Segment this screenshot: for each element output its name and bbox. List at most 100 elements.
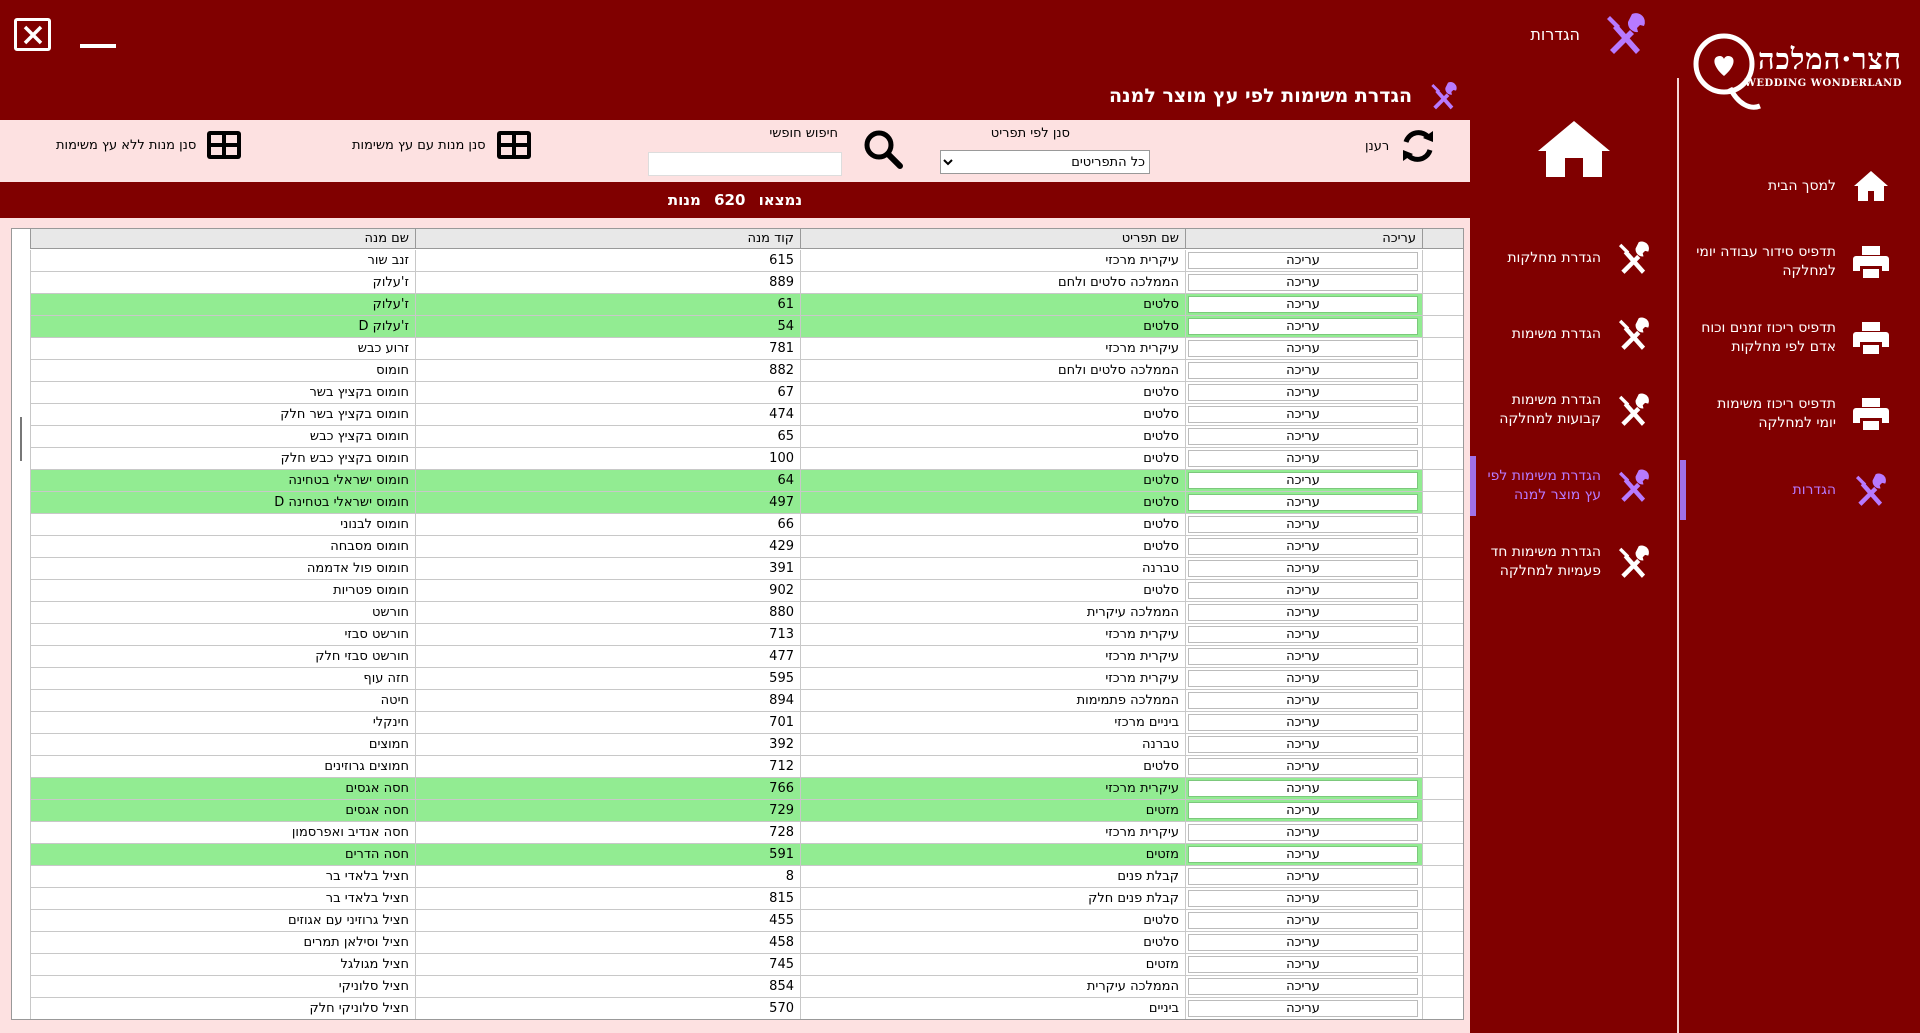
- edit-button[interactable]: עריכה: [1188, 604, 1418, 621]
- table-row[interactable]: עריכה סלטים 67 חומוס בקציץ בשר: [30, 382, 1463, 404]
- column-header-name[interactable]: שם מנה: [30, 229, 415, 249]
- edit-button[interactable]: עריכה: [1188, 1000, 1418, 1017]
- edit-button[interactable]: עריכה: [1188, 802, 1418, 819]
- sidebar-item-home[interactable]: למסך הבית: [1680, 148, 1920, 224]
- search-button[interactable]: [862, 128, 904, 170]
- table-row[interactable]: עריכה עיקרית מרכזי 595 חזה עוף: [30, 668, 1463, 690]
- table-row[interactable]: עריכה מזטים 745 חציל מגולגל: [30, 954, 1463, 976]
- table-row[interactable]: עריכה סלטים 455 חציל גרוזיני עם אגוזים: [30, 910, 1463, 932]
- table-row[interactable]: עריכה עיקרית מרכזי 728 חסה אנדיב ואפרסמון: [30, 822, 1463, 844]
- sidebar-item-task-summary-print[interactable]: תדפיס ריכוז משימות יומי למחלקה: [1680, 376, 1920, 452]
- edit-button[interactable]: עריכה: [1188, 978, 1418, 995]
- edit-button[interactable]: עריכה: [1188, 538, 1418, 555]
- edit-button[interactable]: עריכה: [1188, 648, 1418, 665]
- column-header-edit[interactable]: עריכה: [1185, 229, 1422, 249]
- edit-button[interactable]: עריכה: [1188, 384, 1418, 401]
- edit-button[interactable]: עריכה: [1188, 362, 1418, 379]
- table-row[interactable]: עריכה סלטים 66 חומוס לבנוני: [30, 514, 1463, 536]
- edit-button[interactable]: עריכה: [1188, 912, 1418, 929]
- edit-button[interactable]: עריכה: [1188, 824, 1418, 841]
- table-row[interactable]: עריכה עיקרית מרכזי 766 חסה אגסים: [30, 778, 1463, 800]
- settings-nav-fixed-tasks[interactable]: הגדרת משימות קבועות למחלקה: [1470, 372, 1677, 448]
- filter-with-tree-button[interactable]: סנן מנות עם עץ משימות: [352, 130, 532, 160]
- column-header-menu[interactable]: שם תפריט: [800, 229, 1185, 249]
- edit-button[interactable]: עריכה: [1188, 736, 1418, 753]
- table-row[interactable]: עריכה הממלכה סלטים ולחם 882 חומוס: [30, 360, 1463, 382]
- edit-button[interactable]: עריכה: [1188, 692, 1418, 709]
- edit-button[interactable]: עריכה: [1188, 758, 1418, 775]
- edit-button[interactable]: עריכה: [1188, 670, 1418, 687]
- sidebar-item-daily-work-print[interactable]: תדפיס סידור עבודה יומי למחלקה: [1680, 224, 1920, 300]
- table-row[interactable]: עריכה סלטים 902 חומוס פטריות: [30, 580, 1463, 602]
- menu-name-cell: סלטים: [800, 580, 1185, 601]
- settings-nav-one-time-tasks[interactable]: הגדרת משימות חד פעמיות למחלקה: [1470, 524, 1677, 600]
- sidebar-item-settings[interactable]: הגדרות: [1680, 452, 1920, 528]
- filter-menu-select[interactable]: כל התפריטים: [940, 150, 1150, 174]
- table-row[interactable]: עריכה סלטים 458 חציל וסילאן תמרים: [30, 932, 1463, 954]
- table-row[interactable]: עריכה סלטים 54 ז'עלוק D: [30, 316, 1463, 338]
- table-row[interactable]: עריכה ביניים 570 חציל סלוניקי חלק: [30, 998, 1463, 1019]
- column-header-code[interactable]: קוד מנה: [415, 229, 800, 249]
- table-row[interactable]: עריכה קבלת פנים חלק 815 חציל בלאדי בר: [30, 888, 1463, 910]
- edit-button[interactable]: עריכה: [1188, 890, 1418, 907]
- table-row[interactable]: עריכה סלטים 429 חומוס מסבחה: [30, 536, 1463, 558]
- edit-button[interactable]: עריכה: [1188, 582, 1418, 599]
- dish-code-cell: 729: [415, 800, 800, 821]
- edit-button[interactable]: עריכה: [1188, 626, 1418, 643]
- dishes-grid[interactable]: עריכה שם תפריט קוד מנה שם מנה עריכה עיקרי…: [11, 228, 1464, 1020]
- refresh-button[interactable]: רענן: [1365, 127, 1437, 165]
- edit-button[interactable]: עריכה: [1188, 846, 1418, 863]
- edit-button[interactable]: עריכה: [1188, 274, 1418, 291]
- table-row[interactable]: עריכה סלטים 65 חומוס בקציץ כבש: [30, 426, 1463, 448]
- edit-button[interactable]: עריכה: [1188, 472, 1418, 489]
- edit-button[interactable]: עריכה: [1188, 516, 1418, 533]
- edit-button[interactable]: עריכה: [1188, 714, 1418, 731]
- filter-without-tree-button[interactable]: סנן מנות ללא עץ משימות: [56, 130, 242, 160]
- grid-scrollbar-thumb[interactable]: [20, 417, 22, 461]
- edit-button[interactable]: עריכה: [1188, 252, 1418, 269]
- table-row[interactable]: עריכה סלטים 474 חומוס בקציץ בשר חלק: [30, 404, 1463, 426]
- minimize-window-button[interactable]: [80, 44, 116, 48]
- edit-button[interactable]: עריכה: [1188, 318, 1418, 335]
- table-row[interactable]: עריכה הממלכה עיקרית 854 חציל סלוניקי: [30, 976, 1463, 998]
- edit-button[interactable]: עריכה: [1188, 428, 1418, 445]
- table-row[interactable]: עריכה סלטים 712 חמוצים גרוזינים: [30, 756, 1463, 778]
- edit-button[interactable]: עריכה: [1188, 934, 1418, 951]
- table-row[interactable]: עריכה ביניים מרכזי 701 חינקלי: [30, 712, 1463, 734]
- edit-button[interactable]: עריכה: [1188, 340, 1418, 357]
- table-row[interactable]: עריכה עיקרית מרכזי 781 זרוע כבש: [30, 338, 1463, 360]
- table-row[interactable]: עריכה סלטים 497 חומוס ישראלי בטחינה D: [30, 492, 1463, 514]
- table-row[interactable]: עריכה מזטים 729 חסה אגסים: [30, 800, 1463, 822]
- sidebar-item-time-summary-print[interactable]: תדפיס ריכוז זמנים וכוח אדם לפי מחלקות: [1680, 300, 1920, 376]
- table-row[interactable]: עריכה הממלכה סלטים ולחם 889 ז'עלוק: [30, 272, 1463, 294]
- close-window-button[interactable]: [14, 18, 51, 51]
- header-settings[interactable]: הגדרות: [1530, 10, 1650, 58]
- settings-home-button[interactable]: [1535, 118, 1613, 184]
- edit-button[interactable]: עריכה: [1188, 494, 1418, 511]
- table-row[interactable]: עריכה סלטים 100 חומוס בקציץ כבש חלק: [30, 448, 1463, 470]
- table-row[interactable]: עריכה סלטים 61 ז'עלוק: [30, 294, 1463, 316]
- edit-button[interactable]: עריכה: [1188, 956, 1418, 973]
- table-row[interactable]: עריכה הממלכה פתמימות 894 חיטה: [30, 690, 1463, 712]
- settings-nav-departments[interactable]: הגדרת מחלקות: [1470, 220, 1677, 296]
- edit-button[interactable]: עריכה: [1188, 450, 1418, 467]
- table-row[interactable]: עריכה עיקרית מרכזי 713 חורשט סבזי: [30, 624, 1463, 646]
- table-row[interactable]: עריכה קבלת פנים 8 חציל בלאדי בר: [30, 866, 1463, 888]
- table-row[interactable]: עריכה סלטים 64 חומוס ישראלי בטחינה: [30, 470, 1463, 492]
- free-search-input[interactable]: [648, 152, 842, 176]
- table-row[interactable]: עריכה טברנה 392 חמוצים: [30, 734, 1463, 756]
- filter-without-tree-label: סנן מנות ללא עץ משימות: [56, 137, 197, 153]
- table-row[interactable]: עריכה עיקרית מרכזי 615 זנב שור: [30, 250, 1463, 272]
- edit-button[interactable]: עריכה: [1188, 406, 1418, 423]
- settings-nav-tasks[interactable]: הגדרת משימות: [1470, 296, 1677, 372]
- edit-button[interactable]: עריכה: [1188, 868, 1418, 885]
- table-row[interactable]: עריכה הממלכה עיקרית 880 חורשט: [30, 602, 1463, 624]
- settings-nav-product-tree-tasks[interactable]: הגדרת משימות לפי עץ מוצר למנה: [1470, 448, 1677, 524]
- edit-button[interactable]: עריכה: [1188, 296, 1418, 313]
- table-row[interactable]: עריכה עיקרית מרכזי 477 חורשט סבזי חלק: [30, 646, 1463, 668]
- edit-cell: עריכה: [1185, 382, 1422, 403]
- edit-button[interactable]: עריכה: [1188, 560, 1418, 577]
- table-row[interactable]: עריכה מזטים 591 חסה הדרים: [30, 844, 1463, 866]
- table-row[interactable]: עריכה טברנה 391 חומוס פול אדממה: [30, 558, 1463, 580]
- edit-button[interactable]: עריכה: [1188, 780, 1418, 797]
